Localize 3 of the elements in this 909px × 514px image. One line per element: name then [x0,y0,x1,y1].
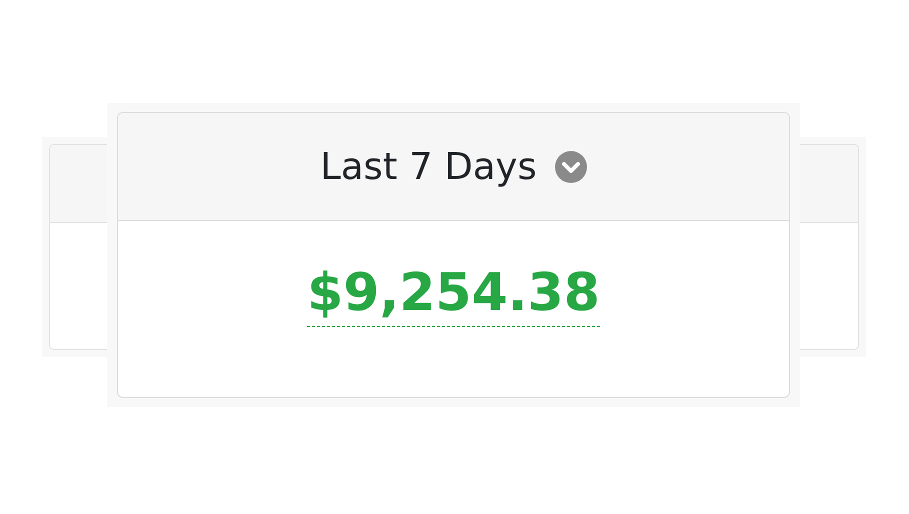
amount-value: $9,254.38 [307,265,600,328]
chevron-down-icon[interactable] [554,150,587,182]
card-title: Last 7 Days [320,145,537,188]
